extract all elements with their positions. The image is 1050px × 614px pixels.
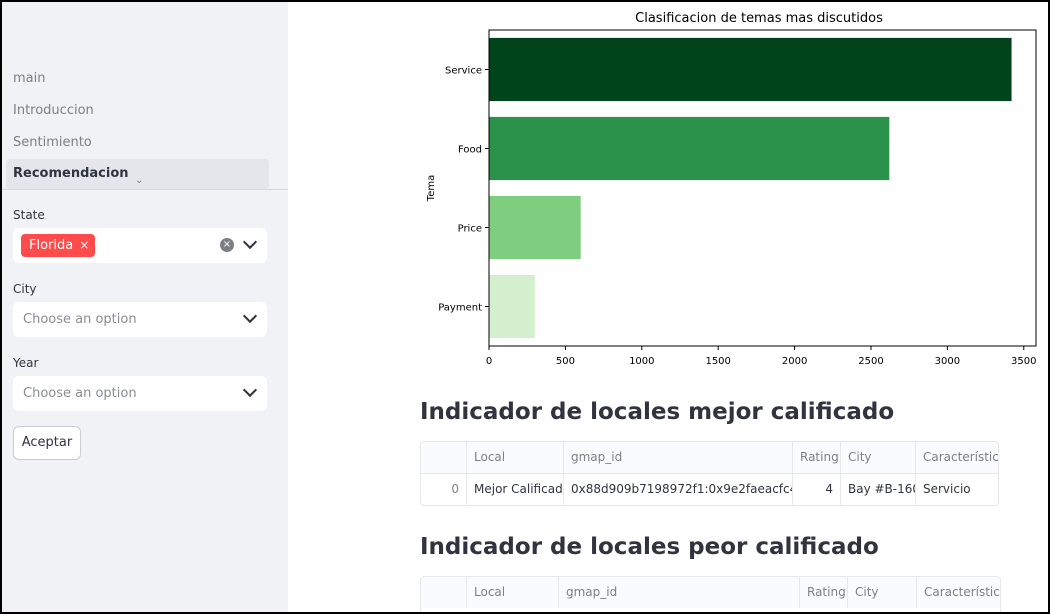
column-header[interactable]: Característica	[916, 577, 1000, 608]
worst-heading: Indicador de locales peor calificado	[420, 534, 879, 560]
column-header[interactable]: Local	[466, 442, 563, 473]
best-table: Local gmap_id Rating City Característica…	[420, 441, 999, 506]
bar	[489, 195, 581, 260]
city-select[interactable]: Choose an option	[13, 302, 267, 337]
y-axis-label: Tema	[426, 175, 437, 202]
year-select[interactable]: Choose an option	[13, 376, 267, 411]
x-tick-label: 1500	[705, 356, 730, 367]
sidebar-item-recomendacion[interactable]: Recomendacion	[13, 166, 129, 181]
column-header[interactable]: gmap_id	[558, 577, 799, 608]
table-cell: Servicio	[915, 474, 998, 505]
sidebar: main Introduccion Sentimiento Recomendac…	[2, 2, 288, 612]
tag-close-icon[interactable]: ×	[79, 238, 89, 252]
state-tag: Florida ×	[21, 234, 96, 257]
sidebar-item-main[interactable]: main	[13, 71, 45, 86]
worst-table: Local gmap_id Rating City Característica	[420, 576, 1001, 612]
year-placeholder: Choose an option	[23, 386, 137, 401]
year-label: Year	[13, 356, 39, 370]
app-window: main Introduccion Sentimiento Recomendac…	[0, 0, 1050, 614]
y-tick-label: Price	[458, 224, 482, 235]
x-tick-label: 3000	[935, 356, 960, 367]
bar-chart: Service Food Price Payment 0 500 1000 1500 2000 2…	[426, 29, 1037, 367]
column-header[interactable]: City	[840, 442, 915, 473]
y-tick-label: Food	[458, 145, 482, 156]
column-header[interactable]: Local	[466, 577, 558, 608]
city-label: City	[13, 282, 37, 296]
state-tag-label: Florida	[29, 238, 74, 253]
x-tick-label: 2500	[858, 356, 883, 367]
chevron-down-icon[interactable]	[242, 308, 258, 324]
sidebar-item-introduccion[interactable]: Introduccion	[13, 103, 94, 118]
x-tick-label: 2000	[782, 356, 807, 367]
table-cell: 4	[792, 474, 840, 505]
x-tick-label: 3500	[1011, 356, 1036, 367]
chevron-down-icon[interactable]	[242, 234, 258, 250]
column-header[interactable]: Rating	[792, 442, 840, 473]
aceptar-button[interactable]: Aceptar	[13, 426, 81, 460]
y-tick-label: Service	[445, 66, 482, 77]
best-heading: Indicador de locales mejor calificado	[420, 399, 895, 425]
table-cell: 0	[451, 482, 459, 496]
column-header[interactable]: gmap_id	[563, 442, 792, 473]
bar	[489, 37, 1012, 102]
column-header[interactable]	[421, 442, 466, 473]
table-header-row: Local gmap_id Rating City Característica	[421, 442, 998, 473]
chevron-down-icon[interactable]: ⌄	[135, 175, 143, 186]
table-cell: Mejor Calificado	[466, 474, 563, 505]
bar	[489, 274, 535, 339]
y-tick-label: Payment	[438, 303, 482, 314]
state-label: State	[13, 208, 45, 222]
sidebar-divider	[2, 189, 288, 190]
column-header[interactable]: Característica	[915, 442, 998, 473]
x-tick-label: 0	[486, 356, 492, 367]
column-header[interactable]: City	[847, 577, 916, 608]
x-tick-label: 500	[556, 356, 575, 367]
table-header-row: Local gmap_id Rating City Característica	[421, 577, 1000, 608]
clear-icon[interactable]: ×	[220, 238, 234, 252]
sidebar-item-sentimiento[interactable]: Sentimiento	[13, 135, 92, 150]
column-header[interactable]: Rating	[799, 577, 847, 608]
table-row[interactable]: 0 Mejor Calificado 0x88d909b7198972f1:0x…	[421, 473, 998, 505]
city-placeholder: Choose an option	[23, 312, 137, 327]
column-header[interactable]	[421, 577, 466, 608]
table-cell: Bay #B-160	[840, 474, 915, 505]
chart-title: Clasificacion de temas mas discutidos	[635, 11, 883, 26]
x-tick-label: 1000	[629, 356, 654, 367]
state-multiselect[interactable]: Florida × ×	[13, 228, 267, 263]
table-cell: 0x88d909b7198972f1:0x9e2faeacfc45fb5d	[563, 474, 792, 505]
chevron-down-icon[interactable]	[242, 382, 258, 398]
bar	[489, 116, 890, 181]
